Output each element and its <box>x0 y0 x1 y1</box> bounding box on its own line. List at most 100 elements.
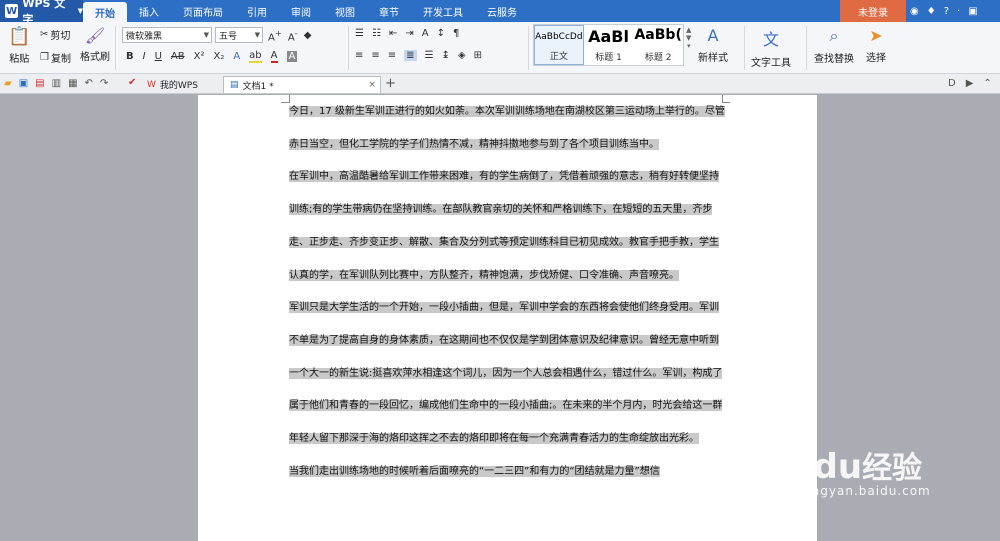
watermark-cn: 经验 <box>862 451 923 486</box>
cut-label: 剪切 <box>50 31 71 42</box>
strikethrough-icon[interactable]: AB <box>171 51 185 62</box>
text-effect-icon[interactable]: A <box>233 51 240 62</box>
shrink-font-icon[interactable]: A- <box>288 28 298 43</box>
find-replace-button[interactable]: ⌕ 查找替换 <box>814 26 854 65</box>
cursor-arrow-icon: ➤ <box>869 26 883 45</box>
sort-icon[interactable]: ↕ <box>437 28 445 39</box>
skin-icon[interactable]: ◉ <box>910 6 919 17</box>
paragraph: 在军训中，高温酷暑给军训工作带来困难，有的学生病倒了，凭借着顽强的意志，稍有好转… <box>289 161 728 292</box>
superscript-icon[interactable]: X² <box>194 51 205 62</box>
tab-developer[interactable]: 开发工具 <box>411 0 475 22</box>
paste-button[interactable]: 📋 粘贴 <box>8 26 30 65</box>
grow-font-icon[interactable]: A+ <box>268 28 282 43</box>
tab-document-1[interactable]: ▤ 文档1 * × <box>223 76 381 93</box>
distributed-icon[interactable]: ☰ <box>425 50 434 61</box>
select-button[interactable]: ➤ 选择 <box>866 26 886 64</box>
style-heading-2[interactable]: AaBb( 标题 2 <box>633 25 683 65</box>
open-icon[interactable]: ▰ <box>4 78 12 89</box>
numbered-list-icon[interactable]: ☷ <box>372 28 381 39</box>
document-body[interactable]: 今日，17 级新生军训正进行的如火如荼。本次军训训练场地在南湖校区第三运动场上举… <box>289 96 728 488</box>
tab-view[interactable]: 视图 <box>323 0 367 22</box>
tab-section[interactable]: 章节 <box>367 0 411 22</box>
style-name: 正文 <box>549 52 568 62</box>
wps-logo-icon: W <box>147 79 156 90</box>
shirt-icon[interactable]: ♦ <box>927 6 936 17</box>
bullet-list-icon[interactable]: ☰ <box>355 28 364 39</box>
char-shading-icon[interactable]: A <box>286 51 298 62</box>
chevron-up-icon[interactable]: ▲ <box>686 26 691 34</box>
clear-format-icon[interactable]: ◆ <box>304 30 312 41</box>
format-painter-label: 格式刷 <box>80 52 110 63</box>
tab-review[interactable]: 审阅 <box>279 0 323 22</box>
subscript-icon[interactable]: X₂ <box>213 51 224 62</box>
print-icon[interactable]: ▥ <box>52 78 61 89</box>
copy-button[interactable]: ❐ 复制 <box>40 50 71 65</box>
undo-icon[interactable]: ↶ <box>85 78 93 89</box>
new-tab-button[interactable]: + <box>385 76 396 91</box>
tab-cloud[interactable]: 云服务 <box>475 0 529 22</box>
new-style-button[interactable]: A 新样式 <box>698 26 728 64</box>
document-page[interactable]: 今日，17 级新生军训正进行的如火如荼。本次军训训练场地在南湖校区第三运动场上举… <box>198 95 817 541</box>
separator <box>806 26 807 70</box>
tab-my-wps[interactable]: W 我的WPS <box>141 76 204 93</box>
tab-home[interactable]: 开始 <box>83 2 127 22</box>
help-icon[interactable]: ? <box>944 6 949 17</box>
cut-button[interactable]: ✂ 剪切 <box>40 27 70 42</box>
minimize-ribbon-icon[interactable]: ▣ <box>968 6 977 17</box>
title-right-icons: ◉ ♦ ? · ▣ <box>906 0 978 22</box>
tab-insert[interactable]: 插入 <box>127 0 171 22</box>
find-replace-label: 查找替换 <box>814 54 854 65</box>
ribbon: 📋 粘贴 ✂ 剪切 ❐ 复制 🖌 格式刷 微软雅黑 ▼ 五号 ▼ A+ A- ◆… <box>0 22 1000 74</box>
login-button[interactable]: 未登录 <box>840 0 906 22</box>
app-menu-button[interactable]: W WPS 文字 ▼ <box>0 0 83 26</box>
highlight-icon[interactable]: ab <box>249 50 262 63</box>
format-painter-button[interactable]: 🖌 格式刷 <box>80 26 110 63</box>
align-right-icon[interactable]: ≡ <box>388 50 396 61</box>
chinese-layout-icon[interactable]: A <box>422 28 429 39</box>
show-marks-icon[interactable]: ¶ <box>453 28 459 39</box>
copy-icon: ❐ <box>40 52 49 63</box>
font-size-select[interactable]: 五号 ▼ <box>215 27 263 43</box>
chevron-down-icon[interactable]: ▼ <box>686 34 691 42</box>
bold-icon[interactable]: B <box>126 51 134 62</box>
paragraph: 军训只是大学生活的一个开始，一段小插曲，但是，军训中学会的东西将会使他们终身受用… <box>289 292 728 456</box>
font-color-icon[interactable]: A <box>270 50 278 63</box>
italic-icon[interactable]: I <box>143 51 146 62</box>
reading-mode-icon[interactable]: D <box>948 78 956 89</box>
brush-icon: 🖌 <box>84 26 106 45</box>
export-pdf-icon[interactable]: ▤ <box>35 78 44 89</box>
underline-icon[interactable]: U <box>155 51 162 62</box>
redo-icon[interactable]: ↷ <box>100 78 108 89</box>
share-icon[interactable]: ▶ <box>966 78 974 89</box>
tab-references[interactable]: 引用 <box>235 0 279 22</box>
increase-indent-icon[interactable]: ⇥ <box>405 28 413 39</box>
justify-icon[interactable]: ≣ <box>404 50 417 61</box>
save-icon[interactable]: ▣ <box>19 78 28 89</box>
close-icon[interactable]: × <box>368 80 376 90</box>
font-name-select[interactable]: 微软雅黑 ▼ <box>122 27 212 43</box>
shading-icon[interactable]: ◈ <box>458 50 466 61</box>
print-preview-icon[interactable]: ▦ <box>68 78 77 89</box>
line-spacing-icon[interactable]: ↨ <box>442 50 450 61</box>
chevron-down-icon: ▼ <box>203 31 209 39</box>
more-styles-icon[interactable]: ▾ <box>687 42 691 50</box>
align-center-icon[interactable]: ≡ <box>371 50 379 61</box>
more-icon[interactable]: · <box>957 6 960 17</box>
style-scroll[interactable]: ▲ ▼ ▾ <box>686 26 691 50</box>
quick-access-bar: ▰ ▣ ▤ ▥ ▦ ↶ ↷ ✔ W 我的WPS ▤ 文档1 * × + D ▶ … <box>0 74 1000 94</box>
tab-page-layout[interactable]: 页面布局 <box>171 0 235 22</box>
align-left-icon[interactable]: ≡ <box>355 50 363 61</box>
paragraph: 当我们走出训练场地的时候听着后面嘹亮的“一二三四”和有力的“团结就是力量”想信 <box>289 456 728 489</box>
copy-label: 复制 <box>50 54 71 65</box>
style-normal[interactable]: AaBbCcDd 正文 <box>534 25 584 65</box>
paragraph-list-buttons: ☰ ☷ ⇤ ⇥ A ↕ ¶ <box>355 28 459 39</box>
style-name: 标题 1 <box>595 53 622 63</box>
text-tools-button[interactable]: 文 文字工具 <box>751 26 791 69</box>
collapse-icon[interactable]: ⌃ <box>983 78 991 89</box>
watermark-paw: du <box>813 447 863 487</box>
borders-icon[interactable]: ⊞ <box>474 50 482 61</box>
paragraph-text: 当我们走出训练场地的时候听着后面嘹亮的“一二三四”和有力的“团结就是力量”想信 <box>289 465 660 477</box>
pin-icon[interactable]: ✔ <box>128 77 136 88</box>
style-heading-1[interactable]: AaBl 标题 1 <box>584 25 634 65</box>
decrease-indent-icon[interactable]: ⇤ <box>389 28 397 39</box>
